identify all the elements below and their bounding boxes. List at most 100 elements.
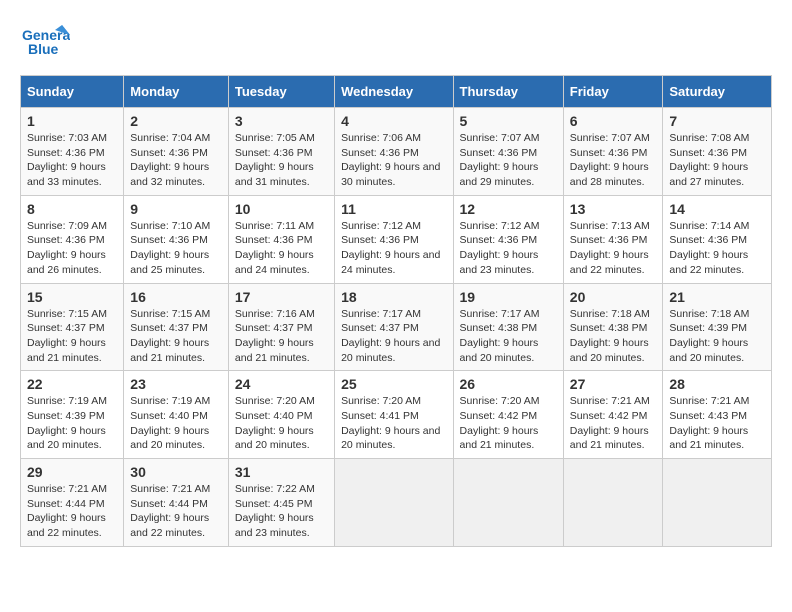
day-info: Sunrise: 7:12 AM Sunset: 4:36 PM Dayligh…	[460, 219, 557, 278]
day-info: Sunrise: 7:20 AM Sunset: 4:41 PM Dayligh…	[341, 394, 446, 453]
calendar-header-row: SundayMondayTuesdayWednesdayThursdayFrid…	[21, 76, 772, 108]
day-number: 25	[341, 376, 446, 392]
day-number: 13	[570, 201, 657, 217]
calendar-cell: 6 Sunrise: 7:07 AM Sunset: 4:36 PM Dayli…	[563, 108, 663, 196]
day-info: Sunrise: 7:16 AM Sunset: 4:37 PM Dayligh…	[235, 307, 328, 366]
calendar-week-row: 22 Sunrise: 7:19 AM Sunset: 4:39 PM Dayl…	[21, 371, 772, 459]
calendar-cell: 30 Sunrise: 7:21 AM Sunset: 4:44 PM Dayl…	[124, 459, 229, 547]
day-number: 14	[669, 201, 765, 217]
calendar-cell: 24 Sunrise: 7:20 AM Sunset: 4:40 PM Dayl…	[228, 371, 334, 459]
day-info: Sunrise: 7:21 AM Sunset: 4:44 PM Dayligh…	[27, 482, 117, 541]
day-info: Sunrise: 7:21 AM Sunset: 4:43 PM Dayligh…	[669, 394, 765, 453]
day-number: 6	[570, 113, 657, 129]
day-number: 2	[130, 113, 222, 129]
day-number: 8	[27, 201, 117, 217]
calendar-week-row: 8 Sunrise: 7:09 AM Sunset: 4:36 PM Dayli…	[21, 195, 772, 283]
calendar-cell: 15 Sunrise: 7:15 AM Sunset: 4:37 PM Dayl…	[21, 283, 124, 371]
calendar-cell: 31 Sunrise: 7:22 AM Sunset: 4:45 PM Dayl…	[228, 459, 334, 547]
day-info: Sunrise: 7:21 AM Sunset: 4:42 PM Dayligh…	[570, 394, 657, 453]
day-info: Sunrise: 7:18 AM Sunset: 4:38 PM Dayligh…	[570, 307, 657, 366]
day-number: 10	[235, 201, 328, 217]
calendar-cell: 20 Sunrise: 7:18 AM Sunset: 4:38 PM Dayl…	[563, 283, 663, 371]
day-number: 23	[130, 376, 222, 392]
day-number: 24	[235, 376, 328, 392]
calendar-cell: 16 Sunrise: 7:15 AM Sunset: 4:37 PM Dayl…	[124, 283, 229, 371]
day-info: Sunrise: 7:19 AM Sunset: 4:40 PM Dayligh…	[130, 394, 222, 453]
calendar-cell: 21 Sunrise: 7:18 AM Sunset: 4:39 PM Dayl…	[663, 283, 772, 371]
day-number: 27	[570, 376, 657, 392]
day-number: 3	[235, 113, 328, 129]
logo: General Blue	[20, 20, 70, 65]
day-header-thursday: Thursday	[453, 76, 563, 108]
calendar-body: 1 Sunrise: 7:03 AM Sunset: 4:36 PM Dayli…	[21, 108, 772, 547]
calendar-cell: 23 Sunrise: 7:19 AM Sunset: 4:40 PM Dayl…	[124, 371, 229, 459]
calendar-cell: 19 Sunrise: 7:17 AM Sunset: 4:38 PM Dayl…	[453, 283, 563, 371]
calendar-cell	[563, 459, 663, 547]
calendar-cell: 3 Sunrise: 7:05 AM Sunset: 4:36 PM Dayli…	[228, 108, 334, 196]
day-info: Sunrise: 7:07 AM Sunset: 4:36 PM Dayligh…	[460, 131, 557, 190]
day-number: 18	[341, 289, 446, 305]
day-info: Sunrise: 7:21 AM Sunset: 4:44 PM Dayligh…	[130, 482, 222, 541]
day-header-sunday: Sunday	[21, 76, 124, 108]
calendar-week-row: 1 Sunrise: 7:03 AM Sunset: 4:36 PM Dayli…	[21, 108, 772, 196]
day-number: 16	[130, 289, 222, 305]
calendar-cell: 28 Sunrise: 7:21 AM Sunset: 4:43 PM Dayl…	[663, 371, 772, 459]
calendar-week-row: 15 Sunrise: 7:15 AM Sunset: 4:37 PM Dayl…	[21, 283, 772, 371]
day-number: 12	[460, 201, 557, 217]
calendar-cell: 29 Sunrise: 7:21 AM Sunset: 4:44 PM Dayl…	[21, 459, 124, 547]
calendar-cell: 12 Sunrise: 7:12 AM Sunset: 4:36 PM Dayl…	[453, 195, 563, 283]
day-number: 15	[27, 289, 117, 305]
calendar-cell: 26 Sunrise: 7:20 AM Sunset: 4:42 PM Dayl…	[453, 371, 563, 459]
calendar-cell: 9 Sunrise: 7:10 AM Sunset: 4:36 PM Dayli…	[124, 195, 229, 283]
day-info: Sunrise: 7:14 AM Sunset: 4:36 PM Dayligh…	[669, 219, 765, 278]
day-info: Sunrise: 7:18 AM Sunset: 4:39 PM Dayligh…	[669, 307, 765, 366]
day-info: Sunrise: 7:07 AM Sunset: 4:36 PM Dayligh…	[570, 131, 657, 190]
calendar-cell: 4 Sunrise: 7:06 AM Sunset: 4:36 PM Dayli…	[335, 108, 453, 196]
day-header-wednesday: Wednesday	[335, 76, 453, 108]
day-info: Sunrise: 7:22 AM Sunset: 4:45 PM Dayligh…	[235, 482, 328, 541]
calendar-cell: 7 Sunrise: 7:08 AM Sunset: 4:36 PM Dayli…	[663, 108, 772, 196]
svg-text:Blue: Blue	[28, 41, 59, 57]
day-number: 5	[460, 113, 557, 129]
day-info: Sunrise: 7:06 AM Sunset: 4:36 PM Dayligh…	[341, 131, 446, 190]
calendar-cell	[453, 459, 563, 547]
calendar-cell: 8 Sunrise: 7:09 AM Sunset: 4:36 PM Dayli…	[21, 195, 124, 283]
calendar-cell: 2 Sunrise: 7:04 AM Sunset: 4:36 PM Dayli…	[124, 108, 229, 196]
calendar-table: SundayMondayTuesdayWednesdayThursdayFrid…	[20, 75, 772, 547]
calendar-cell: 11 Sunrise: 7:12 AM Sunset: 4:36 PM Dayl…	[335, 195, 453, 283]
day-info: Sunrise: 7:17 AM Sunset: 4:37 PM Dayligh…	[341, 307, 446, 366]
day-header-tuesday: Tuesday	[228, 76, 334, 108]
day-info: Sunrise: 7:03 AM Sunset: 4:36 PM Dayligh…	[27, 131, 117, 190]
calendar-cell	[663, 459, 772, 547]
day-info: Sunrise: 7:19 AM Sunset: 4:39 PM Dayligh…	[27, 394, 117, 453]
day-number: 20	[570, 289, 657, 305]
day-info: Sunrise: 7:13 AM Sunset: 4:36 PM Dayligh…	[570, 219, 657, 278]
day-number: 7	[669, 113, 765, 129]
header: General Blue	[20, 20, 772, 65]
calendar-cell: 27 Sunrise: 7:21 AM Sunset: 4:42 PM Dayl…	[563, 371, 663, 459]
day-header-monday: Monday	[124, 76, 229, 108]
calendar-cell: 5 Sunrise: 7:07 AM Sunset: 4:36 PM Dayli…	[453, 108, 563, 196]
day-info: Sunrise: 7:15 AM Sunset: 4:37 PM Dayligh…	[130, 307, 222, 366]
day-info: Sunrise: 7:17 AM Sunset: 4:38 PM Dayligh…	[460, 307, 557, 366]
day-number: 9	[130, 201, 222, 217]
day-number: 17	[235, 289, 328, 305]
day-info: Sunrise: 7:05 AM Sunset: 4:36 PM Dayligh…	[235, 131, 328, 190]
logo-icon: General Blue	[20, 20, 70, 65]
calendar-cell: 17 Sunrise: 7:16 AM Sunset: 4:37 PM Dayl…	[228, 283, 334, 371]
day-number: 31	[235, 464, 328, 480]
day-info: Sunrise: 7:20 AM Sunset: 4:40 PM Dayligh…	[235, 394, 328, 453]
day-info: Sunrise: 7:12 AM Sunset: 4:36 PM Dayligh…	[341, 219, 446, 278]
calendar-cell: 1 Sunrise: 7:03 AM Sunset: 4:36 PM Dayli…	[21, 108, 124, 196]
day-number: 28	[669, 376, 765, 392]
day-info: Sunrise: 7:08 AM Sunset: 4:36 PM Dayligh…	[669, 131, 765, 190]
day-number: 11	[341, 201, 446, 217]
calendar-week-row: 29 Sunrise: 7:21 AM Sunset: 4:44 PM Dayl…	[21, 459, 772, 547]
calendar-cell: 25 Sunrise: 7:20 AM Sunset: 4:41 PM Dayl…	[335, 371, 453, 459]
day-info: Sunrise: 7:10 AM Sunset: 4:36 PM Dayligh…	[130, 219, 222, 278]
calendar-cell: 14 Sunrise: 7:14 AM Sunset: 4:36 PM Dayl…	[663, 195, 772, 283]
calendar-cell: 22 Sunrise: 7:19 AM Sunset: 4:39 PM Dayl…	[21, 371, 124, 459]
calendar-cell: 18 Sunrise: 7:17 AM Sunset: 4:37 PM Dayl…	[335, 283, 453, 371]
day-header-friday: Friday	[563, 76, 663, 108]
day-number: 1	[27, 113, 117, 129]
